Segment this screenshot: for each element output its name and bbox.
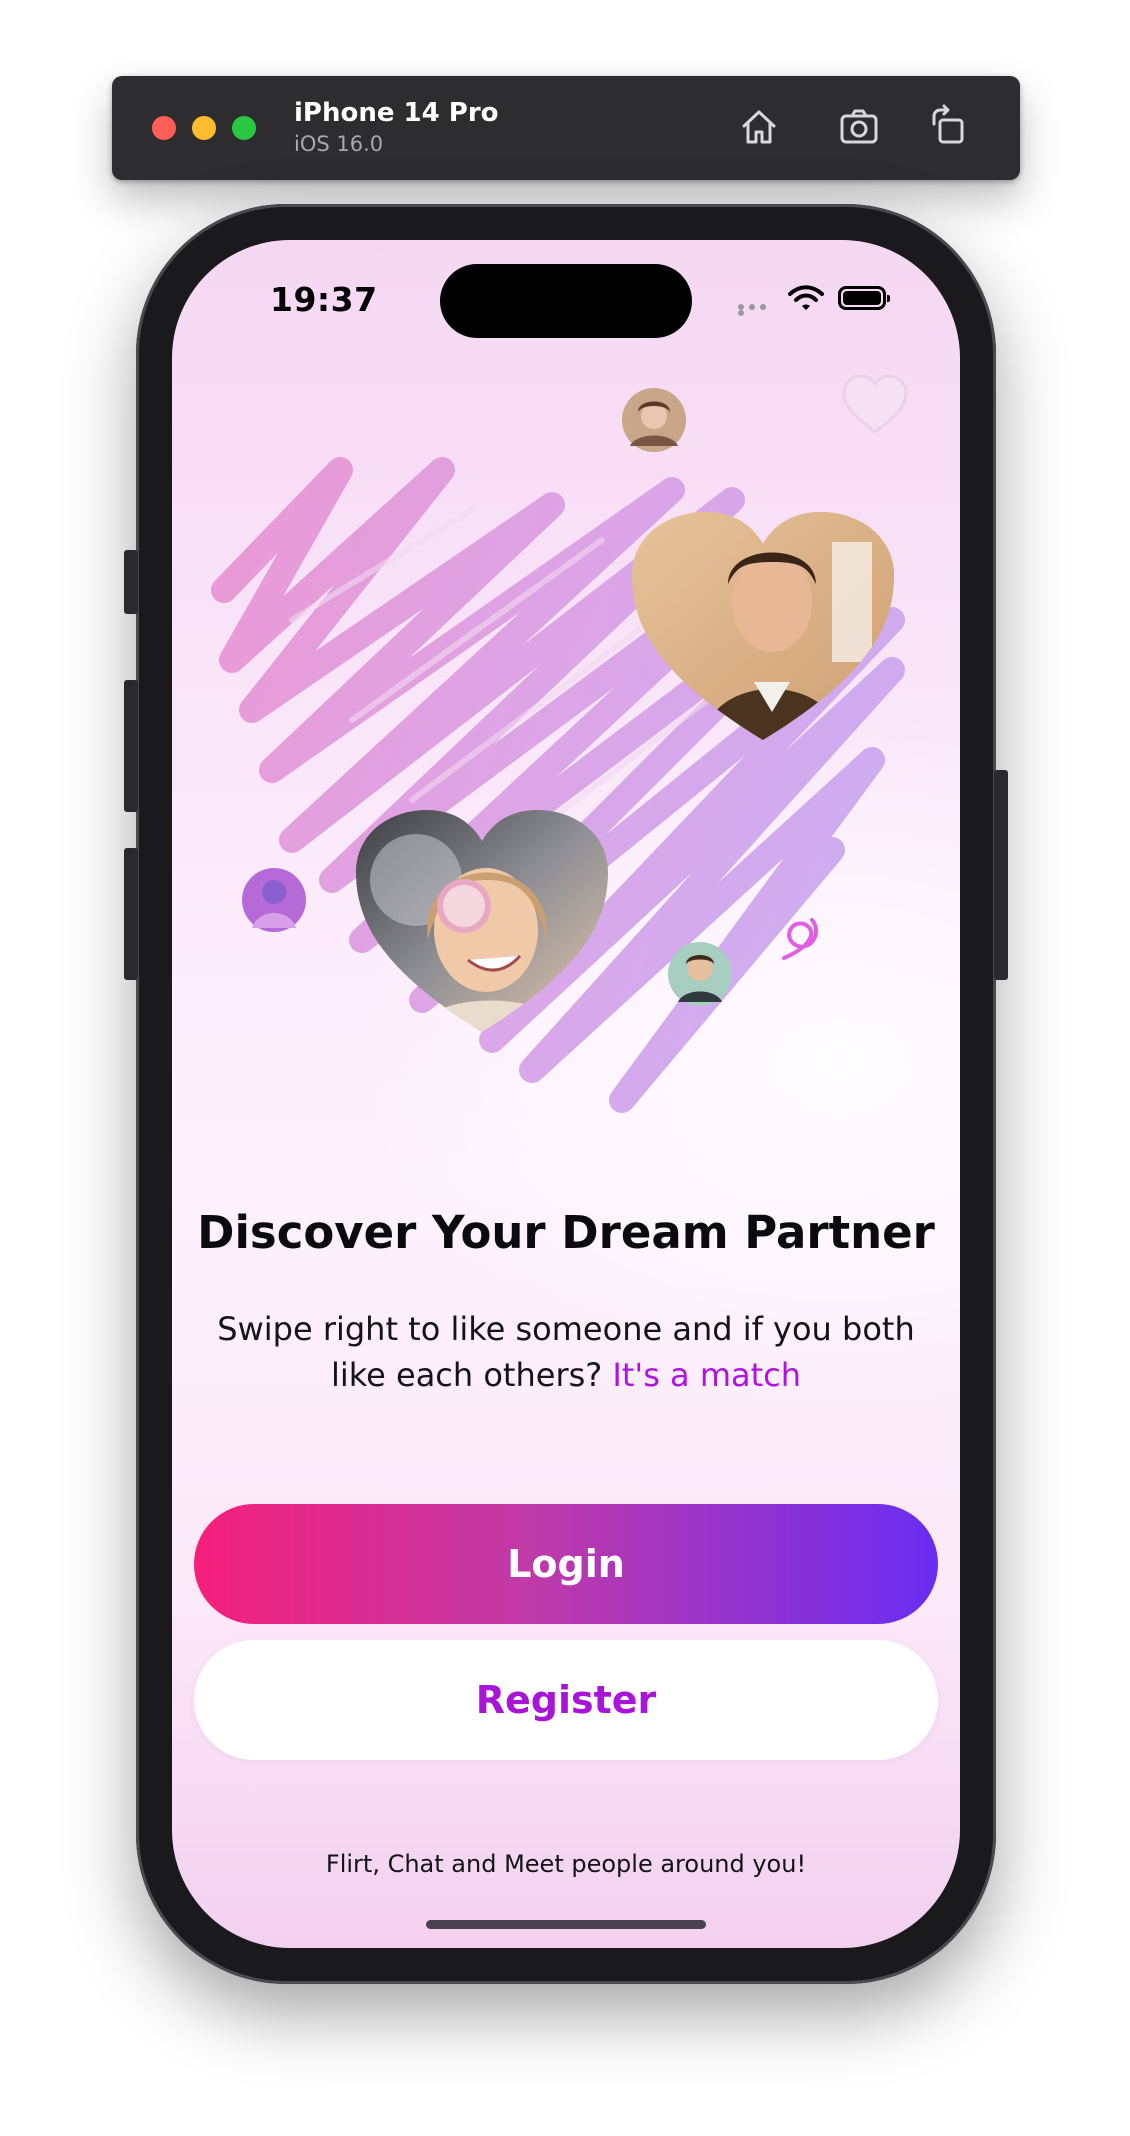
simulator-toolbar: iPhone 14 Pro iOS 16.0	[112, 76, 1020, 180]
power-button	[994, 770, 1008, 980]
subtext: Swipe right to like someone and if you b…	[212, 1306, 920, 1398]
register-button[interactable]: Register	[194, 1640, 938, 1760]
close-window-button[interactable]	[152, 116, 176, 140]
headline: Discover Your Dream Partner	[197, 1206, 935, 1259]
squiggle-decoration	[782, 918, 818, 960]
volume-up-button	[124, 680, 138, 812]
device-name: iPhone 14 Pro	[294, 98, 499, 128]
avatar-small-top	[622, 388, 686, 452]
home-indicator[interactable]	[426, 1920, 706, 1929]
avatar-small-left	[242, 868, 306, 932]
status-time: 19:37	[270, 280, 378, 319]
app-screen: 19:37 Discover Your Dream Partner Swipe …	[172, 240, 960, 1948]
battery-icon	[838, 286, 890, 310]
screenshot-icon[interactable]	[834, 102, 884, 152]
subtext-body: Swipe right to like someone and if you b…	[217, 1310, 915, 1394]
heart-scribble-illustration	[211, 374, 908, 1113]
zoom-window-button[interactable]	[232, 116, 256, 140]
volume-down-button	[124, 848, 138, 980]
wifi-icon	[788, 285, 824, 310]
signal-dots-icon	[738, 304, 780, 316]
rotate-icon[interactable]	[924, 102, 974, 152]
profile-photo-woman	[356, 810, 608, 1032]
tagline: Flirt, Chat and Meet people around you!	[325, 1850, 807, 1878]
dynamic-island	[440, 264, 692, 338]
os-version: iOS 16.0	[294, 132, 384, 156]
login-button[interactable]: Login	[194, 1504, 938, 1624]
avatar-small-bottom	[668, 942, 732, 1006]
home-icon[interactable]	[734, 102, 784, 152]
silent-switch	[124, 550, 138, 614]
minimize-window-button[interactable]	[192, 116, 216, 140]
match-highlight: It's a match	[612, 1356, 802, 1394]
heart-outline-icon	[842, 374, 908, 434]
